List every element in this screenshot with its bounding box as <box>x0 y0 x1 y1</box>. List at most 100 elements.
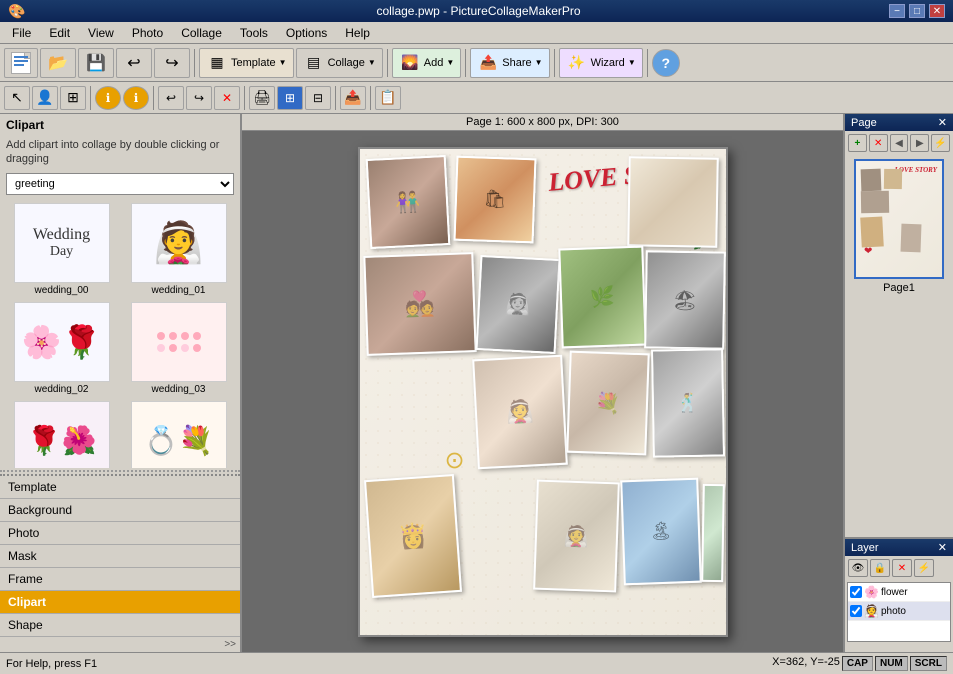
close-button[interactable]: ✕ <box>929 4 945 18</box>
clipart-item-5[interactable]: 💍💐 wedding_05 <box>121 399 236 468</box>
canvas-area[interactable]: LOVE STORY 🌸 🌺 ❤ ⊙ 👫 🛍 <box>242 131 843 652</box>
tb2-print-button[interactable]: 🖨 <box>249 86 275 110</box>
menu-file[interactable]: File <box>4 24 39 42</box>
tb2-info3-button[interactable]: 📋 <box>375 86 401 110</box>
photo-slot-6[interactable]: 🌿 <box>558 245 646 348</box>
photo-slot-11[interactable]: 👸 <box>363 474 461 598</box>
tb2-select-button[interactable]: 👤 <box>32 86 58 110</box>
clipart-item-4[interactable]: 🌹🌺 wedding_04 <box>4 399 119 468</box>
save-button[interactable]: 💾 <box>78 48 114 78</box>
photo-slot-7[interactable]: 🏖 <box>644 250 726 349</box>
share-arrow: ▼ <box>535 58 543 67</box>
layer-new-button[interactable]: ⚡ <box>914 559 934 577</box>
layer-2-checkbox[interactable] <box>850 605 862 617</box>
expand-button[interactable]: >> <box>0 637 240 652</box>
photo-slot-10[interactable]: 🕺 <box>651 348 725 457</box>
menu-collage[interactable]: Collage <box>173 24 230 42</box>
layer-1-label: flower <box>881 587 908 598</box>
clipart-label-3: wedding_03 <box>152 384 206 395</box>
menu-help[interactable]: Help <box>337 24 378 42</box>
page-panel-header: Page ✕ <box>845 114 953 131</box>
photo-slot-2[interactable]: 🛍 <box>453 155 536 243</box>
page-panel-close[interactable]: ✕ <box>938 116 947 129</box>
window-controls[interactable]: − □ ✕ <box>889 4 945 18</box>
tb2-zoom-button[interactable]: ⊟ <box>305 86 331 110</box>
layer-eye-button[interactable]: 👁 <box>848 559 868 577</box>
status-help-text: For Help, press F1 <box>6 658 97 670</box>
page-left-button[interactable]: ◀ <box>890 134 909 152</box>
menu-photo[interactable]: Photo <box>124 24 171 42</box>
menu-view[interactable]: View <box>80 24 122 42</box>
tb2-info1-button[interactable]: ℹ <box>95 86 121 110</box>
photo-slot-12[interactable]: 👰 <box>533 479 620 592</box>
tb2-info2-button[interactable]: ℹ <box>123 86 149 110</box>
tab-background[interactable]: Background <box>0 499 240 522</box>
layer-panel-close[interactable]: ✕ <box>938 541 947 554</box>
maximize-button[interactable]: □ <box>909 4 925 18</box>
clipart-item-3[interactable]: wedding_03 <box>121 300 236 397</box>
redo-icon: ↪ <box>161 52 183 74</box>
photo-slot-13[interactable]: 🏝 <box>620 477 702 585</box>
collage-button[interactable]: ▤ Collage ▼ <box>296 48 383 78</box>
tb2-undo-button[interactable]: ↩ <box>158 86 184 110</box>
tab-frame[interactable]: Frame <box>0 568 240 591</box>
collage-canvas[interactable]: LOVE STORY 🌸 🌺 ❤ ⊙ 👫 🛍 <box>358 147 728 637</box>
clipart-item-0[interactable]: Wedding Day wedding_00 <box>4 201 119 298</box>
new-button[interactable] <box>4 48 38 78</box>
open-button[interactable]: 📂 <box>40 48 76 78</box>
photo-slot-4[interactable]: 💑 <box>363 252 476 356</box>
layer-1-checkbox[interactable] <box>850 586 862 598</box>
layer-item-1[interactable]: 🌸 flower <box>848 583 950 602</box>
layer-lock-button[interactable]: 🔒 <box>870 559 890 577</box>
template-label: Template <box>231 57 276 69</box>
clipart-label-0: wedding_00 <box>35 285 89 296</box>
clipart-item-1[interactable]: 👰 wedding_01 <box>121 201 236 298</box>
page-delete-button[interactable]: ✕ <box>869 134 888 152</box>
page-add-button[interactable]: + <box>848 134 867 152</box>
tab-shape[interactable]: Shape <box>0 614 240 637</box>
photo-slot-1[interactable]: 👫 <box>365 154 450 248</box>
tb2-crop-button[interactable]: ⊞ <box>60 86 86 110</box>
page-lightning-button[interactable]: ⚡ <box>931 134 950 152</box>
photo-slot-9[interactable]: 💐 <box>566 350 650 455</box>
tb2-delete-button[interactable]: ✕ <box>214 86 240 110</box>
photo-slot-5[interactable]: 👰 <box>475 254 560 353</box>
center-area: Page 1: 600 x 800 px, DPI: 300 LOVE STOR… <box>242 114 843 652</box>
tab-mask[interactable]: Mask <box>0 545 240 568</box>
share-button[interactable]: 📤 Share ▼ <box>470 48 549 78</box>
redo-button[interactable]: ↪ <box>154 48 190 78</box>
wizard-button[interactable]: ✨ Wizard ▼ <box>559 48 643 78</box>
page-controls: + ✕ ◀ ▶ ⚡ <box>845 131 953 155</box>
share-icon: 📤 <box>477 52 499 74</box>
help-button[interactable]: ? <box>652 49 680 77</box>
layer-list: 🌸 flower 👰 photo <box>847 582 951 642</box>
menu-tools[interactable]: Tools <box>232 24 276 42</box>
layer-item-2[interactable]: 👰 photo <box>848 602 950 621</box>
tb2-redo-button[interactable]: ↪ <box>186 86 212 110</box>
photo-slot-14[interactable] <box>701 483 725 581</box>
photo-slot-3[interactable] <box>627 156 719 248</box>
left-panel: Clipart Add clipart into collage by doub… <box>0 114 242 652</box>
template-button[interactable]: ▦ Template ▼ <box>199 48 294 78</box>
menu-bar: File Edit View Photo Collage Tools Optio… <box>0 22 953 44</box>
tb2-export-button[interactable]: 📤 <box>340 86 366 110</box>
page-thumb-1[interactable]: LOVE STORY ❤ <box>854 159 944 279</box>
tb2-move-button[interactable]: ↖ <box>4 86 30 110</box>
layer-del-button[interactable]: ✕ <box>892 559 912 577</box>
add-arrow: ▼ <box>446 58 454 67</box>
tab-clipart[interactable]: Clipart <box>0 591 240 614</box>
tab-photo[interactable]: Photo <box>0 522 240 545</box>
share-label: Share <box>502 57 531 69</box>
tb2-fit-button[interactable]: ⊞ <box>277 86 303 110</box>
minimize-button[interactable]: − <box>889 4 905 18</box>
photo-slot-8[interactable]: 👰 <box>472 354 568 469</box>
clipart-category-dropdown[interactable]: greeting nature wedding <box>6 173 234 195</box>
undo-button[interactable]: ↩ <box>116 48 152 78</box>
menu-edit[interactable]: Edit <box>41 24 78 42</box>
app-icon: 🎨 <box>8 3 25 20</box>
menu-options[interactable]: Options <box>278 24 335 42</box>
page-right-button[interactable]: ▶ <box>910 134 929 152</box>
add-button[interactable]: 🌄 Add ▼ <box>392 48 462 78</box>
clipart-item-2[interactable]: 🌸🌹 wedding_02 <box>4 300 119 397</box>
tab-template[interactable]: Template <box>0 476 240 499</box>
